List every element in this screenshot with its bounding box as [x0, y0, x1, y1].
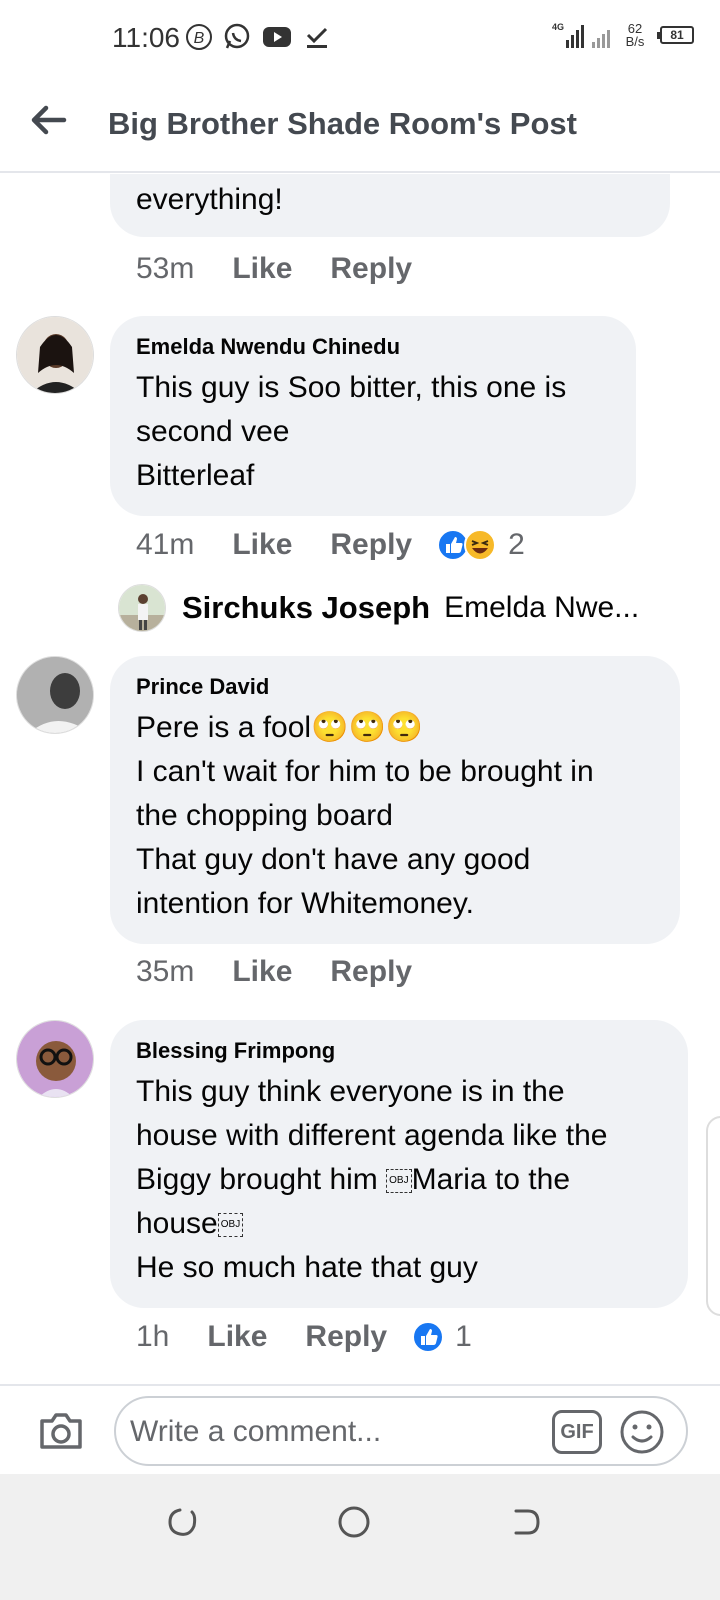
comment-text: Pere is a fool🙄🙄🙄 [136, 706, 654, 750]
status-time: 11:06 [112, 22, 180, 53]
home-icon[interactable] [334, 1502, 374, 1542]
comment-actions: 35m Like Reply [136, 955, 450, 989]
recent-apps-icon[interactable] [162, 1502, 202, 1542]
reply-button[interactable]: Reply [330, 252, 412, 286]
comment-text: house with different agenda like the [136, 1119, 608, 1152]
comment-composer: GIF [0, 1384, 720, 1474]
battery-level: 81 [670, 28, 684, 42]
avatar[interactable] [118, 584, 166, 632]
comment-time: 35m [136, 955, 195, 988]
obj-placeholder-glyph: OBJ [217, 1213, 244, 1238]
status-right-group: 4G 62 B/s 81 [552, 22, 694, 48]
eye-roll-emojis: 🙄🙄🙄 [311, 711, 424, 744]
comment-time: 1h [136, 1320, 170, 1353]
back-nav-icon[interactable] [506, 1502, 546, 1542]
network-speed: 62 B/s [620, 22, 650, 48]
battery-icon: 81 [657, 26, 694, 44]
like-button[interactable]: Like [232, 252, 292, 286]
reactions-summary[interactable]: 1 [411, 1320, 472, 1354]
signal-icon: 4G [552, 22, 610, 48]
like-button[interactable]: Like [207, 1320, 267, 1354]
comment-text: Biggy brought him OBJ Maria to the [136, 1158, 662, 1202]
back-arrow-icon[interactable] [28, 100, 68, 140]
whatsapp-icon [222, 22, 252, 52]
emoji-icon[interactable] [618, 1408, 666, 1456]
comment-text: I can't wait for him to be brought in th… [136, 755, 594, 920]
comment-actions: 1h Like Reply 1 [136, 1320, 472, 1354]
reply-button[interactable]: Reply [330, 955, 412, 989]
reply-text-preview: Emelda Nwe... [444, 591, 640, 624]
comment-bubble: Blessing Frimpong This guy think everyon… [110, 1020, 688, 1308]
comment-text: everything! [136, 183, 283, 216]
comment-bubble: Prince David Pere is a fool🙄🙄🙄 I can't w… [110, 656, 680, 944]
comment-author[interactable]: Emelda Nwendu Chinedu [136, 334, 610, 360]
comment-actions: 41m Like Reply 2 [136, 528, 525, 562]
comment-text-line: Biggy brought him [136, 1163, 387, 1196]
like-button[interactable]: Like [232, 955, 292, 989]
b-notification-icon: B [184, 22, 214, 52]
comments-feed[interactable]: everything! 53m Like Reply Emelda Nwendu… [0, 174, 720, 1384]
comment-bubble: everything! [110, 174, 670, 237]
svg-text:B: B [194, 30, 205, 47]
reaction-count: 1 [455, 1320, 472, 1353]
reply-button[interactable]: Reply [305, 1320, 387, 1354]
avatar[interactable] [16, 656, 94, 734]
comment-input[interactable] [130, 1410, 550, 1454]
download-done-icon [302, 22, 332, 52]
comment-text: This guy is Soo bitter, this one is seco… [136, 371, 567, 492]
gif-button[interactable]: GIF [552, 1410, 602, 1454]
system-nav-bar [0, 1474, 720, 1600]
comment-bubble: Emelda Nwendu Chinedu This guy is Soo bi… [110, 316, 636, 516]
like-icon [437, 529, 497, 561]
network-type: 4G [551, 22, 564, 32]
reaction-count: 2 [508, 528, 525, 561]
avatar[interactable] [16, 316, 94, 394]
status-bar: 11:06 B 4G 62 B/s 81 [0, 0, 720, 80]
comment-actions: 53m Like Reply [136, 252, 450, 286]
reply-preview[interactable]: Sirchuks Joseph Emelda Nwe... [118, 584, 639, 632]
comment-time: 53m [136, 252, 195, 285]
comment-author[interactable]: Blessing Frimpong [136, 1038, 662, 1064]
comment-text: He so much hate that guy [136, 1251, 478, 1284]
comment-text-line: Maria to the [411, 1163, 571, 1196]
speed-unit: B/s [625, 34, 645, 49]
comment-text-line: Pere is a fool [136, 711, 312, 744]
reply-author[interactable]: Sirchuks Joseph [182, 590, 430, 626]
avatar[interactable] [16, 1020, 94, 1098]
comment-time: 41m [136, 528, 195, 561]
comment-text: This guy think everyone is in the [136, 1075, 565, 1108]
scroll-handle[interactable] [706, 1116, 720, 1316]
app-header: Big Brother Shade Room's Post [0, 80, 720, 173]
like-button[interactable]: Like [232, 528, 292, 562]
obj-placeholder-glyph: OBJ [386, 1169, 412, 1194]
like-icon [412, 1321, 445, 1353]
camera-icon[interactable] [36, 1406, 86, 1456]
reactions-summary[interactable]: 2 [436, 528, 525, 562]
youtube-icon [262, 22, 292, 52]
comment-text-line: house [136, 1207, 218, 1240]
comment-input-box[interactable]: GIF [114, 1396, 688, 1466]
reply-button[interactable]: Reply [330, 528, 412, 562]
comment-author[interactable]: Prince David [136, 674, 654, 700]
page-title: Big Brother Shade Room's Post [108, 106, 577, 141]
comment-text: house OBJ [136, 1202, 662, 1246]
